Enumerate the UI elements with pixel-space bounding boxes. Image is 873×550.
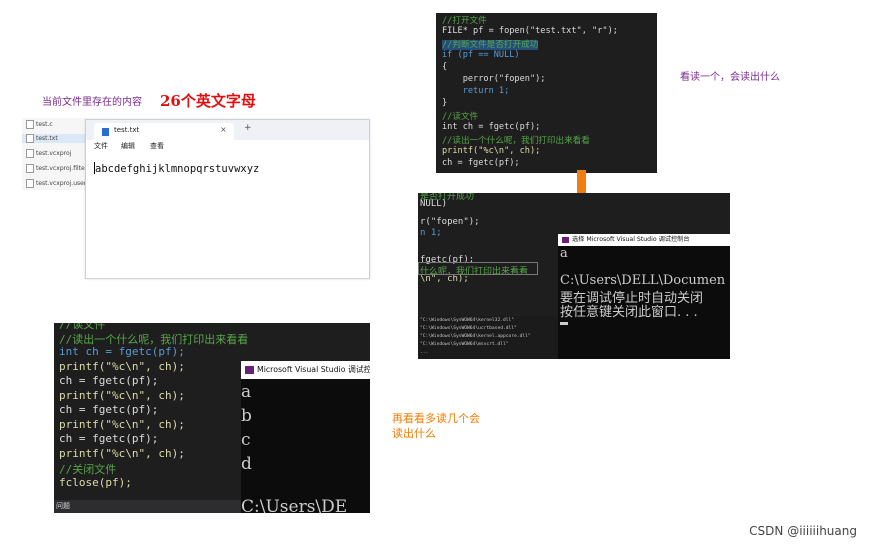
file-icon <box>26 179 34 188</box>
menu-file[interactable]: 文件 <box>94 141 108 151</box>
code-line: NULL) <box>420 199 448 209</box>
code-line: r("fopen"); <box>420 217 480 227</box>
file-explorer-list: test.c test.txt test.vcxproj test.vcxpro… <box>22 118 90 190</box>
read-more-line2: 读出什么 <box>392 427 436 440</box>
output-pane: "C:\Windows\SysWOW64\kernel32.dll" "C:\W… <box>418 316 559 359</box>
visual-studio-icon <box>245 366 254 374</box>
code-selection: //判断文件是否打开成功 <box>442 40 539 50</box>
debug-console-two: Microsoft Visual Studio 调试控 a b c d C:\U… <box>241 361 370 513</box>
code-line: int ch = fgetc(pf); <box>442 122 541 132</box>
file-item[interactable]: test.c <box>26 120 53 129</box>
code-line: FILE* pf = fopen("test.txt", "r"); <box>442 26 618 36</box>
output-line: ... <box>420 350 429 355</box>
code-line: //关闭文件 <box>59 463 117 476</box>
problems-tab[interactable]: 问题 <box>56 501 70 511</box>
code-line: printf("%c\n", ch); <box>59 418 185 431</box>
visual-studio-icon <box>562 237 569 243</box>
code-line: n 1; <box>420 228 442 238</box>
output-line: "C:\Windows\SysWOW64\msvcrt.dll" <box>420 342 509 347</box>
console-line: d <box>241 454 252 474</box>
file-icon <box>26 164 34 173</box>
output-line: "C:\Windows\SysWOW64\kernel32.dll" <box>420 318 515 323</box>
current-line-highlight <box>418 262 538 275</box>
notepad-icon <box>102 128 109 136</box>
console-line: C:\Users\DE <box>241 497 348 513</box>
file-item-selected[interactable]: test.txt <box>22 134 86 143</box>
status-bar: 问题 <box>54 500 241 513</box>
code-line: printf("%c\n", ch); <box>59 360 185 373</box>
code-line: { <box>442 62 448 72</box>
code-line: printf("%c\n", ch); <box>442 146 541 156</box>
console-line: 按任意键关闭此窗口. . . <box>560 305 698 320</box>
notepad-window: test.txt × + 文件 编辑 查看 abcdefghijklmnopqr… <box>85 119 370 279</box>
file-item[interactable]: test.vcxproj <box>26 149 71 158</box>
code-editor-top[interactable]: //打开文件 FILE* pf = fopen("test.txt", "r")… <box>436 13 657 173</box>
console-output: a C:\Users\DELL\Documen 要在调试停止时自动关闭 按任意键… <box>558 246 730 351</box>
read-more-note: 再看看多读几个会 读出什么 <box>392 411 480 441</box>
menu-view[interactable]: 查看 <box>150 141 164 151</box>
notepad-tab[interactable]: test.txt × <box>94 123 234 140</box>
debug-console-one: 选择 Microsoft Visual Studio 调试控制台 a C:\Us… <box>558 234 730 359</box>
notepad-menu-bar: 文件 编辑 查看 <box>86 140 369 153</box>
code-line: printf("%c\n", ch); <box>59 389 185 402</box>
code-line: //判断文件是否打开成功 <box>442 38 539 50</box>
output-line: "C:\Windows\SysWOW64\ucrtbased.dll" <box>420 326 517 331</box>
csdn-watermark: CSDN @iiiiiihuang <box>749 524 857 538</box>
current-content-note: 当前文件里存在的内容 <box>42 97 142 108</box>
code-line: ch = fgetc(pf); <box>59 374 159 387</box>
mid-code-area: 是否打开成功 NULL) r("fopen"); n 1; fgetc(pf);… <box>418 193 558 316</box>
code-line: ch = fgetc(pf); <box>442 158 520 168</box>
console-title-bar[interactable]: Microsoft Visual Studio 调试控 <box>241 361 370 379</box>
notepad-tab-bar: test.txt × + <box>86 120 369 140</box>
file-icon <box>26 120 34 129</box>
notepad-text-area[interactable]: abcdefghijklmnopqrstuvwxyz <box>94 162 259 175</box>
code-line: ch = fgetc(pf); <box>59 432 159 445</box>
code-line: fclose(pf); <box>59 476 132 489</box>
code-line: } <box>442 98 448 108</box>
console-line: b <box>241 406 252 426</box>
code-line: printf("%c\n", ch); <box>59 447 185 460</box>
read-more-line1: 再看看多读几个会 <box>392 412 480 425</box>
console-title-bar[interactable]: 选择 Microsoft Visual Studio 调试控制台 <box>558 234 730 246</box>
code-line: return 1; <box>442 86 510 96</box>
menu-edit[interactable]: 编辑 <box>121 141 135 151</box>
code-line: //读出一个什么呢，我们打印出来看看 <box>442 136 590 146</box>
read-one-note: 看读一个，会读出什么 <box>680 72 780 83</box>
code-line: perror("fopen"); <box>442 74 546 84</box>
code-line: \n", ch); <box>420 274 469 284</box>
letters-note: 26个英文字母 <box>160 92 256 110</box>
console-line: a <box>560 246 568 261</box>
notepad-tab-title: test.txt <box>114 126 140 134</box>
console-line: C:\Users\DELL\Documen <box>560 273 726 288</box>
file-icon <box>26 134 34 143</box>
close-icon[interactable]: × <box>220 125 227 134</box>
code-line: ch = fgetc(pf); <box>59 403 159 416</box>
console-output: a b c d C:\Users\DE <box>241 379 370 513</box>
code-line: //打开文件 <box>442 16 487 26</box>
output-line: "C:\Windows\SysWOW64\kernel.appcore.dll" <box>420 334 531 339</box>
file-icon <box>26 149 34 158</box>
console-line: c <box>241 430 251 450</box>
file-item[interactable]: test.vcxproj.filters <box>26 164 90 173</box>
code-line: if (pf == NULL) <box>442 50 520 60</box>
console-cursor <box>560 322 568 325</box>
file-item[interactable]: test.vcxproj.user <box>26 179 86 188</box>
code-line: int ch = fgetc(pf); <box>59 345 185 358</box>
code-line: //读文件 <box>442 112 479 122</box>
new-tab-icon[interactable]: + <box>244 123 252 133</box>
console-line: a <box>241 382 252 402</box>
